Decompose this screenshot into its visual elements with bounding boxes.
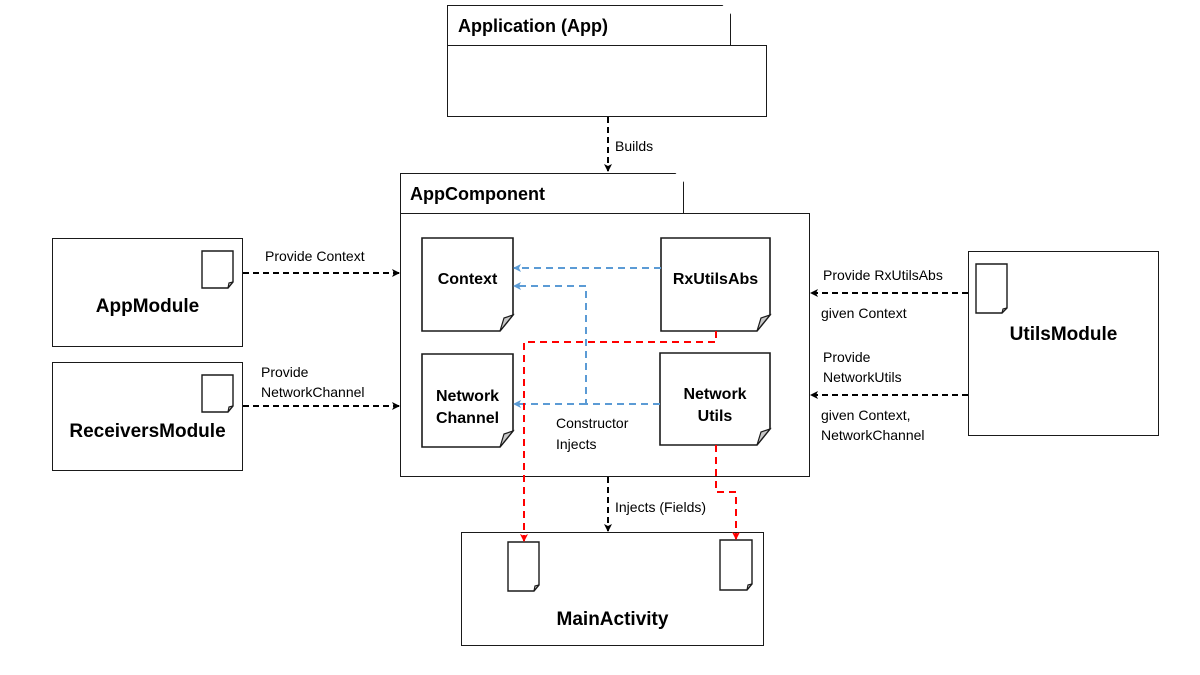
constructor-injects-label-line2: Injects — [556, 436, 597, 452]
builds-label: Builds — [615, 138, 654, 154]
utils-module-document-icon — [975, 263, 1008, 314]
provide-network-utils-label-line2: NetworkUtils — [823, 369, 902, 385]
injects-fields-label: Injects (Fields) — [615, 499, 707, 515]
given-context-network-channel-label-line2: NetworkChannel — [821, 427, 925, 443]
provide-rx-utils-abs-label: Provide RxUtilsAbs — [823, 267, 943, 283]
provide-network-channel-label-line2: NetworkChannel — [261, 384, 365, 400]
network-utils-label-line1: Network — [683, 386, 747, 403]
network-channel-label-line1: Network — [435, 388, 500, 405]
given-context-network-channel-label-line1: given Context, — [821, 407, 911, 423]
network-utils-to-context-edge — [513, 282, 660, 405]
constructor-injects-label-line1: Constructor — [556, 415, 629, 431]
receivers-module-document-icon — [201, 374, 234, 413]
main-activity-context-document-icon — [507, 541, 540, 592]
provide-network-channel-label-line1: Provide — [261, 364, 309, 380]
rx-utils-abs-label: RxUtilsAbs — [672, 271, 759, 288]
diagram-canvas — [201, 117, 1008, 592]
app-module-document-icon — [201, 250, 234, 289]
provide-context-label: Provide Context — [265, 248, 365, 264]
given-context-label: given Context — [821, 305, 907, 321]
network-channel-label-line2: Channel — [435, 410, 500, 427]
network-utils-label-line2: Utils — [697, 408, 733, 425]
provide-network-utils-label-line1: Provide — [823, 349, 871, 365]
network-utils-to-main-activity-edge — [715, 445, 740, 540]
context-label: Context — [437, 271, 498, 288]
main-activity-network-utils-document-icon — [719, 539, 753, 591]
